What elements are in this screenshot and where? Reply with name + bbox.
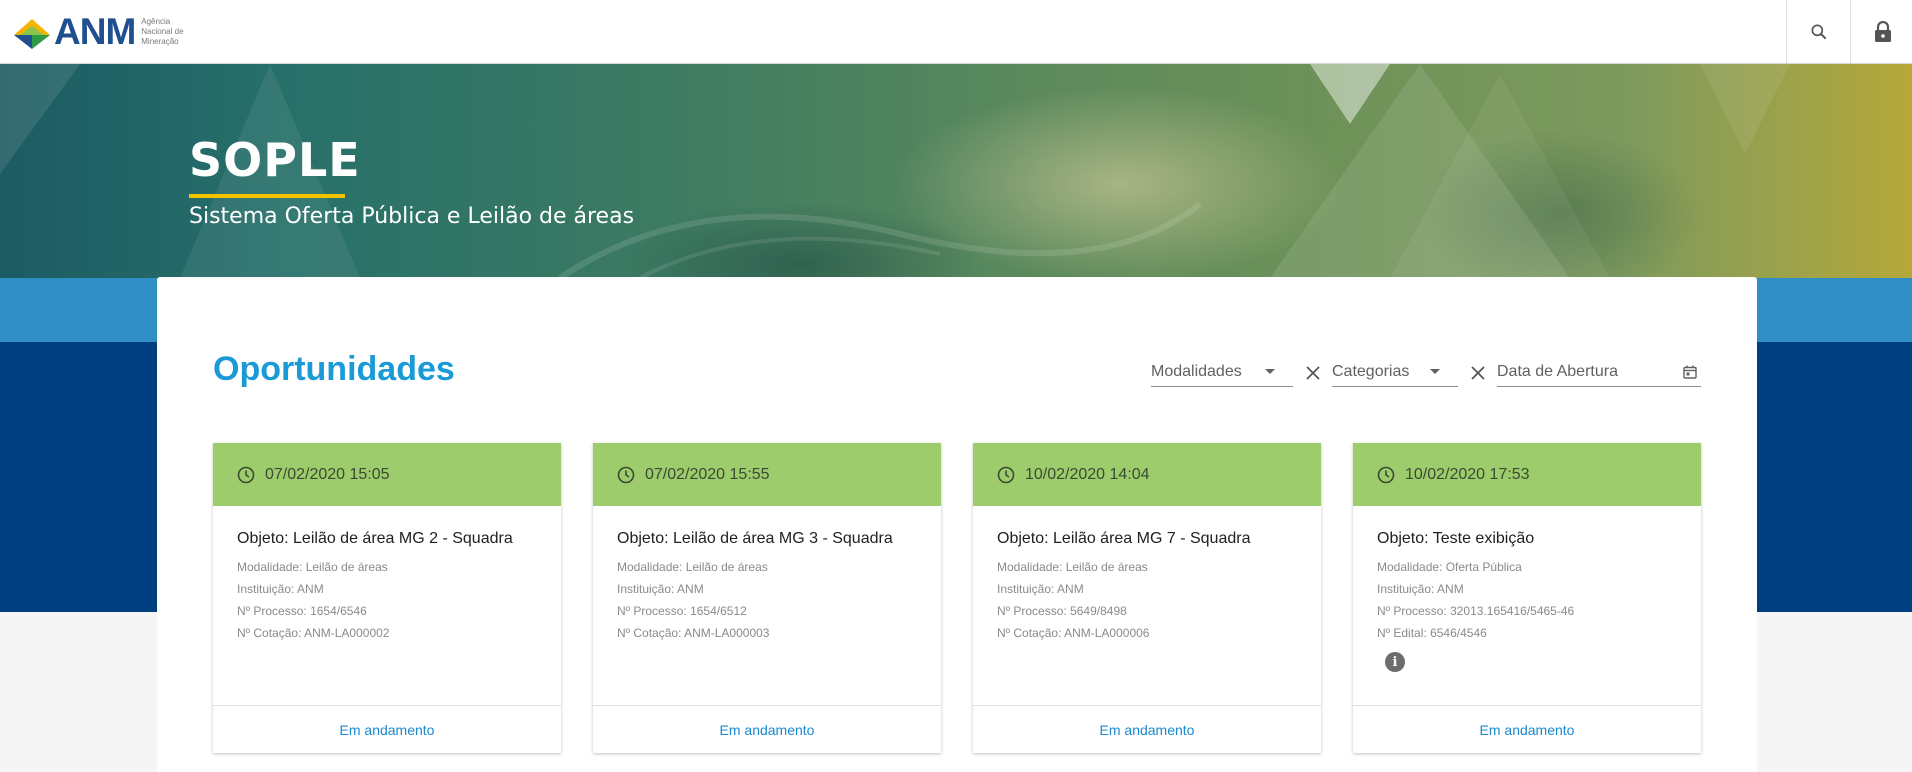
info-icon[interactable]: i (1385, 652, 1405, 672)
card-object: Objeto: Leilão área MG 7 - Squadra (997, 530, 1251, 547)
card-object: Objeto: Leilão de área MG 2 - Squadra (237, 530, 513, 547)
card-modalidade: Modalidade: Leilão de áreas (997, 560, 1148, 574)
card-cotacao: Nº Cotação: ANM-LA000006 (997, 626, 1150, 640)
card-modalidade: Modalidade: Leilão de áreas (237, 560, 388, 574)
card-edital: Nº Edital: 6546/4546 (1377, 626, 1487, 640)
top-bar: ANM Agência Nacional de Mineração (0, 0, 1912, 64)
card-processo: Nº Processo: 1654/6512 (617, 604, 747, 618)
card-object: Objeto: Teste exibição (1377, 530, 1535, 547)
card-header: 10/02/2020 17:53 (1353, 443, 1701, 506)
card-header: 10/02/2020 14:04 (973, 443, 1321, 506)
anm-logo[interactable]: ANM Agência Nacional de Mineração (12, 12, 199, 52)
clock-icon (997, 466, 1015, 483)
card-status-link[interactable]: Em andamento (593, 705, 941, 753)
logo-mark-icon (12, 15, 52, 49)
card-object: Objeto: Leilão de área MG 3 - Squadra (617, 530, 893, 547)
card-status-link[interactable]: Em andamento (213, 705, 561, 753)
opportunity-card[interactable]: 10/02/2020 17:53 Objeto: Teste exibição … (1353, 443, 1701, 753)
clock-icon (617, 466, 635, 483)
categorias-select[interactable]: Categorias (1332, 357, 1458, 387)
lock-icon (1874, 20, 1891, 42)
card-processo: Nº Processo: 5649/8498 (997, 604, 1127, 618)
clear-modalidades-button[interactable] (1301, 361, 1325, 385)
data-abertura-label: Data de Abertura (1497, 362, 1618, 380)
card-header: 07/02/2020 15:55 (593, 443, 941, 506)
chevron-down-icon (1430, 369, 1440, 374)
card-processo: Nº Processo: 1654/6546 (237, 604, 367, 618)
close-icon (1306, 366, 1320, 380)
search-button[interactable] (1786, 0, 1850, 63)
hero-subtitle: Sistema Oferta Pública e Leilão de áreas (189, 204, 635, 229)
close-icon (1471, 366, 1485, 380)
card-modalidade: Modalidade: Leilão de áreas (617, 560, 768, 574)
card-datetime: 10/02/2020 14:04 (1025, 465, 1150, 483)
clear-categorias-button[interactable] (1466, 361, 1490, 385)
hero-title: SOPLE (189, 133, 361, 187)
card-modalidade: Modalidade: Oferta Pública (1377, 560, 1522, 574)
card-processo: Nº Processo: 32013.165416/5465-46 (1377, 604, 1575, 618)
card-datetime: 07/02/2020 15:05 (265, 465, 390, 483)
logo-subtitle: Agência Nacional de Mineração (141, 17, 184, 46)
page-title: Oportunidades (213, 350, 455, 388)
card-cotacao: Nº Cotação: ANM-LA000002 (237, 626, 390, 640)
opportunity-card[interactable]: 10/02/2020 14:04 Objeto: Leilão área MG … (973, 443, 1321, 753)
modalidades-select[interactable]: Modalidades (1151, 357, 1293, 387)
card-status-link[interactable]: Em andamento (1353, 705, 1701, 753)
search-icon (1811, 24, 1826, 39)
card-instituicao: Instituição: ANM (617, 582, 704, 596)
card-status-link[interactable]: Em andamento (973, 705, 1321, 753)
login-button[interactable] (1850, 0, 1912, 63)
opportunity-card[interactable]: 07/02/2020 15:55 Objeto: Leilão de área … (593, 443, 941, 753)
card-header: 07/02/2020 15:05 (213, 443, 561, 506)
card-datetime: 07/02/2020 15:55 (645, 465, 770, 483)
opportunities-panel: Oportunidades Modalidades Categorias Dat… (157, 277, 1757, 772)
card-instituicao: Instituição: ANM (237, 582, 324, 596)
hero-title-underline (189, 194, 345, 198)
categorias-label: Categorias (1332, 362, 1410, 380)
card-instituicao: Instituição: ANM (997, 582, 1084, 596)
chevron-down-icon (1265, 369, 1275, 374)
data-abertura-field[interactable]: Data de Abertura (1497, 357, 1701, 387)
card-datetime: 10/02/2020 17:53 (1405, 465, 1530, 483)
clock-icon (237, 466, 255, 483)
modalidades-label: Modalidades (1151, 362, 1242, 380)
clock-icon (1377, 466, 1395, 483)
card-cotacao: Nº Cotação: ANM-LA000003 (617, 626, 770, 640)
card-instituicao: Instituição: ANM (1377, 582, 1464, 596)
opportunity-card[interactable]: 07/02/2020 15:05 Objeto: Leilão de área … (213, 443, 561, 753)
calendar-icon[interactable] (1683, 365, 1697, 379)
logo-text: ANM (54, 11, 136, 52)
